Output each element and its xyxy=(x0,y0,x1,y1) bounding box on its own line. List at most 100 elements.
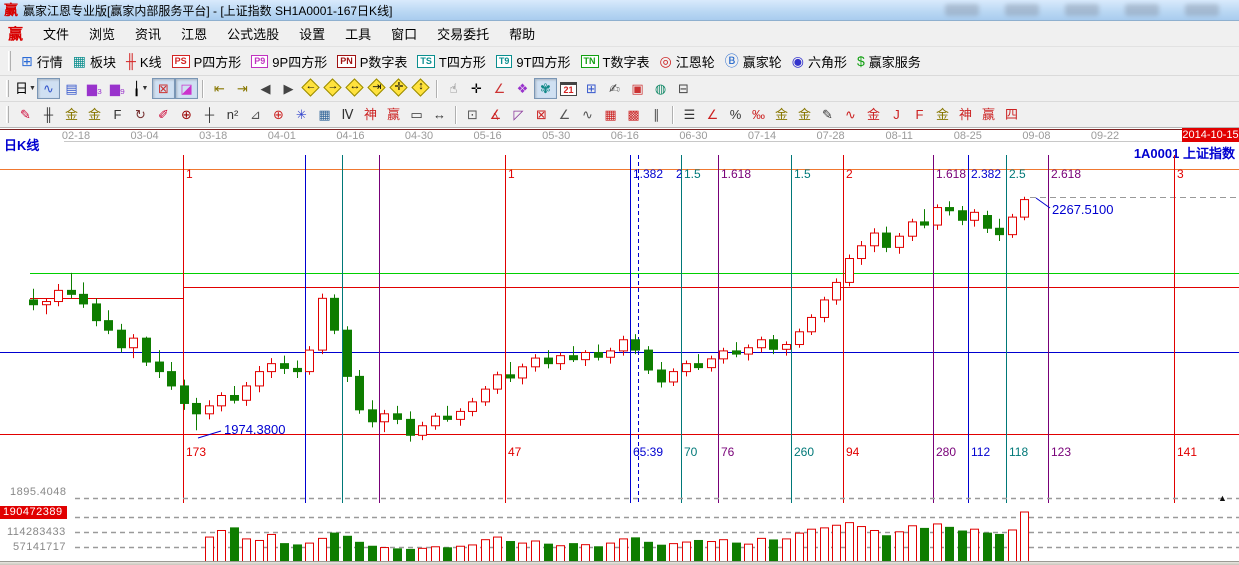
fan-lines-tool[interactable]: ∡ xyxy=(484,104,507,125)
save-button[interactable]: ▣ xyxy=(626,78,649,99)
width-measure-tool[interactable]: ↔ xyxy=(428,104,451,125)
hexagon-button[interactable]: ◉ 六角形 xyxy=(787,50,852,73)
notes-button[interactable]: ✍ xyxy=(603,78,626,99)
nine-bars-button[interactable]: ▆₉ xyxy=(106,78,129,99)
calculator-button[interactable]: ⊞ xyxy=(580,78,603,99)
drag-hand-button[interactable]: ☝ xyxy=(442,78,465,99)
zoom-in-button[interactable]: ✛ xyxy=(388,78,410,99)
roman-marks-tool[interactable]: Ⅳ xyxy=(336,104,359,125)
spiral-tool[interactable]: ↻ xyxy=(129,104,152,125)
menu-item-6[interactable]: 工具 xyxy=(335,21,381,46)
p-square-button[interactable]: PS P四方形 xyxy=(167,50,247,73)
box-diagonal-tool[interactable]: ⊠ xyxy=(530,104,553,125)
ex-rights-button[interactable]: ⊠ xyxy=(152,78,175,99)
gold-red-tool[interactable]: 金 xyxy=(862,104,885,125)
arc-tool[interactable]: ∿ xyxy=(576,104,599,125)
gold-lines-tool[interactable]: 金 xyxy=(793,104,816,125)
pen-line-tool[interactable]: ✎ xyxy=(816,104,839,125)
winner-service-button[interactable]: $ 赢家服务 xyxy=(852,50,926,73)
permille-tool[interactable]: ‰ xyxy=(747,104,770,125)
main-chart[interactable]: 11731471.38265:392 1.5701.618761.52602941… xyxy=(0,128,1239,565)
stats-bars-tool[interactable]: ☰ xyxy=(678,104,701,125)
gann-circle-tool[interactable]: ⊕ xyxy=(175,104,198,125)
golden-section-tool[interactable]: 金 xyxy=(83,104,106,125)
print-button[interactable]: ⊟ xyxy=(672,78,695,99)
gold-angle-tool[interactable]: 金 xyxy=(931,104,954,125)
network-button[interactable]: ◍ xyxy=(649,78,672,99)
vertical-lines-tool[interactable]: ╫ xyxy=(37,104,60,125)
prev-page-button[interactable]: ◀ xyxy=(254,78,277,99)
win-angle-tool[interactable]: 赢 xyxy=(977,104,1000,125)
toolbar-drawing: ✎ ╫ 金金 F ↻ ✐ ⊕ ┼ n² ⊿ ⊕ ✳ ▦ Ⅳ 神赢 ▭ ↔ ⊡ ∡ ◸ ⊠ ∠ ∿ ▦ ▩ ∥ ☰ ∠% ‰ 金金 ✎ ∿ 金 J F… xyxy=(0,102,1239,128)
menu-item-4[interactable]: 公式选股 xyxy=(217,21,289,46)
candle-down xyxy=(920,221,929,226)
wave-line-tool[interactable]: ∿ xyxy=(839,104,862,125)
candle-style-button[interactable]: ╽ ▼ xyxy=(129,78,152,99)
kline-button[interactable]: ╫ K线 xyxy=(121,50,167,73)
red-grid-tool[interactable]: ▦ xyxy=(599,104,622,125)
last-page-button[interactable]: ⇥ xyxy=(231,78,254,99)
gann-pencil-tool[interactable]: ✎ xyxy=(14,104,37,125)
percent-angle-tool[interactable]: ∠ xyxy=(701,104,724,125)
chart-style-button[interactable]: ∿ xyxy=(37,78,60,99)
percent-tool[interactable]: % xyxy=(724,104,747,125)
gann-wheel-button[interactable]: ◎ 江恩轮 xyxy=(655,50,720,73)
winner-wheel-button[interactable]: Ⓑ 赢家轮 xyxy=(720,50,787,73)
scroll-up-arrow[interactable]: ▲ xyxy=(1218,493,1227,503)
compass-blue-tool[interactable]: ✳ xyxy=(290,104,313,125)
sectors-button[interactable]: ▦ 板块 xyxy=(68,50,121,73)
region-select-button[interactable]: ❖ xyxy=(511,78,534,99)
next-page-button[interactable]: ▶ xyxy=(277,78,300,99)
menu-item-3[interactable]: 江恩 xyxy=(171,21,217,46)
four-angle-tool[interactable]: 四 xyxy=(1000,104,1023,125)
trend-angle-tool[interactable]: ∠ xyxy=(553,104,576,125)
web-grid-tool[interactable]: ▦ xyxy=(313,104,336,125)
volume-style-button[interactable]: ◪ xyxy=(175,78,198,99)
crosshair-button[interactable]: ✛ xyxy=(465,78,488,99)
p-table-button[interactable]: PN P数字表 xyxy=(332,50,412,73)
shen-angle-tool[interactable]: 神 xyxy=(954,104,977,125)
compass-red-tool[interactable]: ⊕ xyxy=(267,104,290,125)
horizontal-scrollbar[interactable] xyxy=(0,561,1239,565)
t-square-button[interactable]: TS T四方形 xyxy=(412,50,490,73)
t-table-button[interactable]: TN T数字表 xyxy=(576,50,655,73)
menu-item-0[interactable]: 文件 xyxy=(33,21,79,46)
menu-item-5[interactable]: 设置 xyxy=(289,21,335,46)
compress-x-button[interactable]: ⇥ xyxy=(366,78,388,99)
9t-square-button[interactable]: T9 9T四方形 xyxy=(491,50,576,73)
j-angle-tool[interactable]: J xyxy=(885,104,908,125)
golden-ratio-tool[interactable]: 金 xyxy=(60,104,83,125)
calendar-button[interactable]: 21 xyxy=(557,78,580,99)
angle-measure-button[interactable]: ∠ xyxy=(488,78,511,99)
angle-ruler-tool[interactable]: ⊿ xyxy=(244,104,267,125)
menu-item-1[interactable]: 浏览 xyxy=(79,21,125,46)
red-grid2-tool[interactable]: ▩ xyxy=(622,104,645,125)
marker-pencil-tool[interactable]: ✐ xyxy=(152,104,175,125)
menu-item-8[interactable]: 交易委托 xyxy=(427,21,499,46)
menu-item-7[interactable]: 窗口 xyxy=(381,21,427,46)
menu-item-2[interactable]: 资讯 xyxy=(125,21,171,46)
win-tool[interactable]: 赢 xyxy=(382,104,405,125)
grid-lines-tool[interactable]: ┼ xyxy=(198,104,221,125)
shift-right-button[interactable]: → xyxy=(322,78,344,99)
three-bars-button[interactable]: ▆₃ xyxy=(83,78,106,99)
menu-item-9[interactable]: 帮助 xyxy=(499,21,545,46)
smart-analysis-button[interactable]: ✾ xyxy=(534,78,557,99)
shift-left-button[interactable]: ← xyxy=(300,78,322,99)
parallel-lines-tool[interactable]: ∥ xyxy=(645,104,668,125)
expand-x-button[interactable]: ↔ xyxy=(344,78,366,99)
info-panel-button[interactable]: ▤ xyxy=(60,78,83,99)
fan-box-tool[interactable]: ◸ xyxy=(507,104,530,125)
first-page-button[interactable]: ⇤ xyxy=(208,78,231,99)
ruler-123-tool[interactable]: ▭ xyxy=(405,104,428,125)
fibonacci-tool[interactable]: F xyxy=(106,104,129,125)
9p-square-button[interactable]: P9 9P四方形 xyxy=(246,50,332,73)
shen-tool[interactable]: 神 xyxy=(359,104,382,125)
quotes-button[interactable]: ⊞ 行情 xyxy=(16,50,68,73)
box-tool[interactable]: ⊡ xyxy=(461,104,484,125)
zoom-out-button[interactable]: ↕ xyxy=(410,78,432,99)
n-square-tool[interactable]: n² xyxy=(221,104,244,125)
gold-circle-tool[interactable]: 金 xyxy=(770,104,793,125)
f-angle-tool[interactable]: F xyxy=(908,104,931,125)
period-daily-button[interactable]: 日 ▼ xyxy=(14,78,37,99)
